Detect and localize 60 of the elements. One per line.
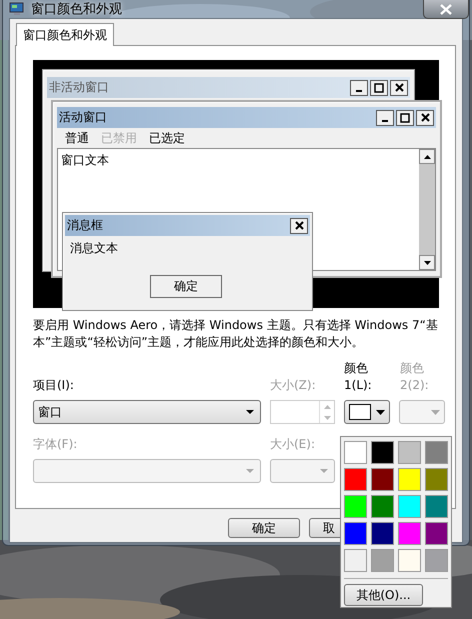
maximize-icon <box>396 110 414 126</box>
close-icon <box>290 218 308 234</box>
color-swatch[interactable] <box>425 522 448 545</box>
color-swatch[interactable] <box>398 549 421 572</box>
note-text: 要启用 Windows Aero，请选择 Windows 主题。只有选择 Windows 7“基本”主题或“轻松访问”主题，才能应用此处选择的颜色和大小。 <box>33 317 439 351</box>
more-colors-button[interactable]: 其他(O)... <box>344 584 423 606</box>
dialog-button[interactable]: 确定 <box>228 518 300 538</box>
color-swatch[interactable] <box>371 468 394 491</box>
color-swatch[interactable] <box>344 522 367 545</box>
field-label: 颜色 1(L): <box>344 360 373 394</box>
minimize-icon <box>376 110 394 126</box>
spin-up-icon <box>324 404 330 408</box>
color-swatch[interactable] <box>371 441 394 464</box>
color-swatch[interactable] <box>344 549 367 572</box>
color-swatch[interactable] <box>425 468 448 491</box>
window-text: 窗口文本 <box>61 152 109 169</box>
close-icon <box>390 80 408 96</box>
close-icon <box>416 110 434 126</box>
item-dropdown[interactable]: 窗口 <box>33 400 261 424</box>
color-dropdown[interactable] <box>344 400 390 424</box>
color-dropdown[interactable] <box>399 400 445 424</box>
menu-item: 已禁用 <box>101 130 137 146</box>
color-swatch[interactable] <box>425 549 448 572</box>
color-swatch[interactable] <box>344 468 367 491</box>
color-swatch[interactable] <box>398 468 421 491</box>
color-swatch[interactable] <box>398 522 421 545</box>
tab[interactable]: 窗口颜色和外观 <box>16 23 114 46</box>
maximize-icon <box>370 80 388 96</box>
field-label: 颜色 2(2): <box>400 360 430 394</box>
minimize-icon <box>350 80 368 96</box>
color-swatch[interactable] <box>371 549 394 572</box>
monitor-icon <box>9 1 25 17</box>
color-swatch[interactable] <box>398 441 421 464</box>
color-swatch[interactable] <box>371 495 394 518</box>
field-label: 大小(E): <box>270 436 316 453</box>
size-spinbox[interactable] <box>270 400 335 424</box>
field-label: 大小(Z): <box>270 377 317 394</box>
dropdown-arrow-icon <box>246 469 254 473</box>
message-text: 消息文本 <box>70 240 119 257</box>
close-button[interactable] <box>423 0 469 19</box>
dropdown-arrow-icon <box>320 469 328 473</box>
color-swatch[interactable] <box>371 522 394 545</box>
field-label: 项目(I): <box>33 377 75 394</box>
window-title: 非活动窗口 <box>49 79 109 96</box>
color-swatch[interactable] <box>398 495 421 518</box>
field-label: 字体(F): <box>33 436 78 453</box>
dropdown-arrow-icon <box>246 410 254 414</box>
close-icon <box>440 4 452 14</box>
window-title: 窗口颜色和外观 <box>31 1 122 18</box>
dropdown-arrow-icon <box>431 410 440 414</box>
message-box-title: 消息框 <box>67 217 103 234</box>
font-size-dropdown[interactable] <box>270 459 335 483</box>
color-swatch[interactable] <box>344 441 367 464</box>
color-swatch[interactable] <box>425 441 448 464</box>
color-swatch[interactable] <box>425 495 448 518</box>
dropdown-arrow-icon <box>376 410 385 414</box>
spin-down-icon <box>324 416 330 420</box>
font-dropdown[interactable] <box>33 459 261 483</box>
window-title: 活动窗口 <box>59 109 107 126</box>
color-swatch[interactable] <box>344 495 367 518</box>
